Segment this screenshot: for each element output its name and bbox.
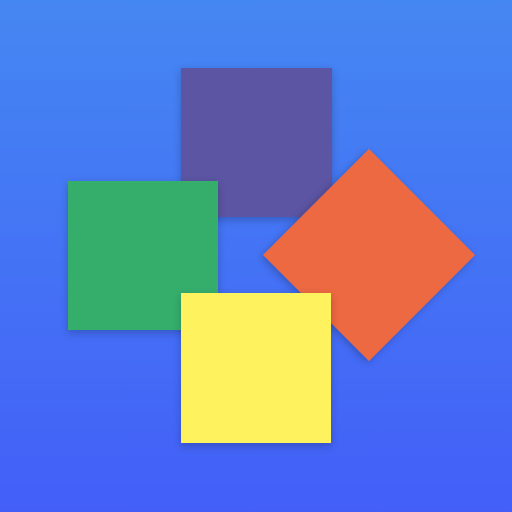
yellow-square-tile xyxy=(181,293,331,443)
app-icon-canvas xyxy=(0,0,512,512)
